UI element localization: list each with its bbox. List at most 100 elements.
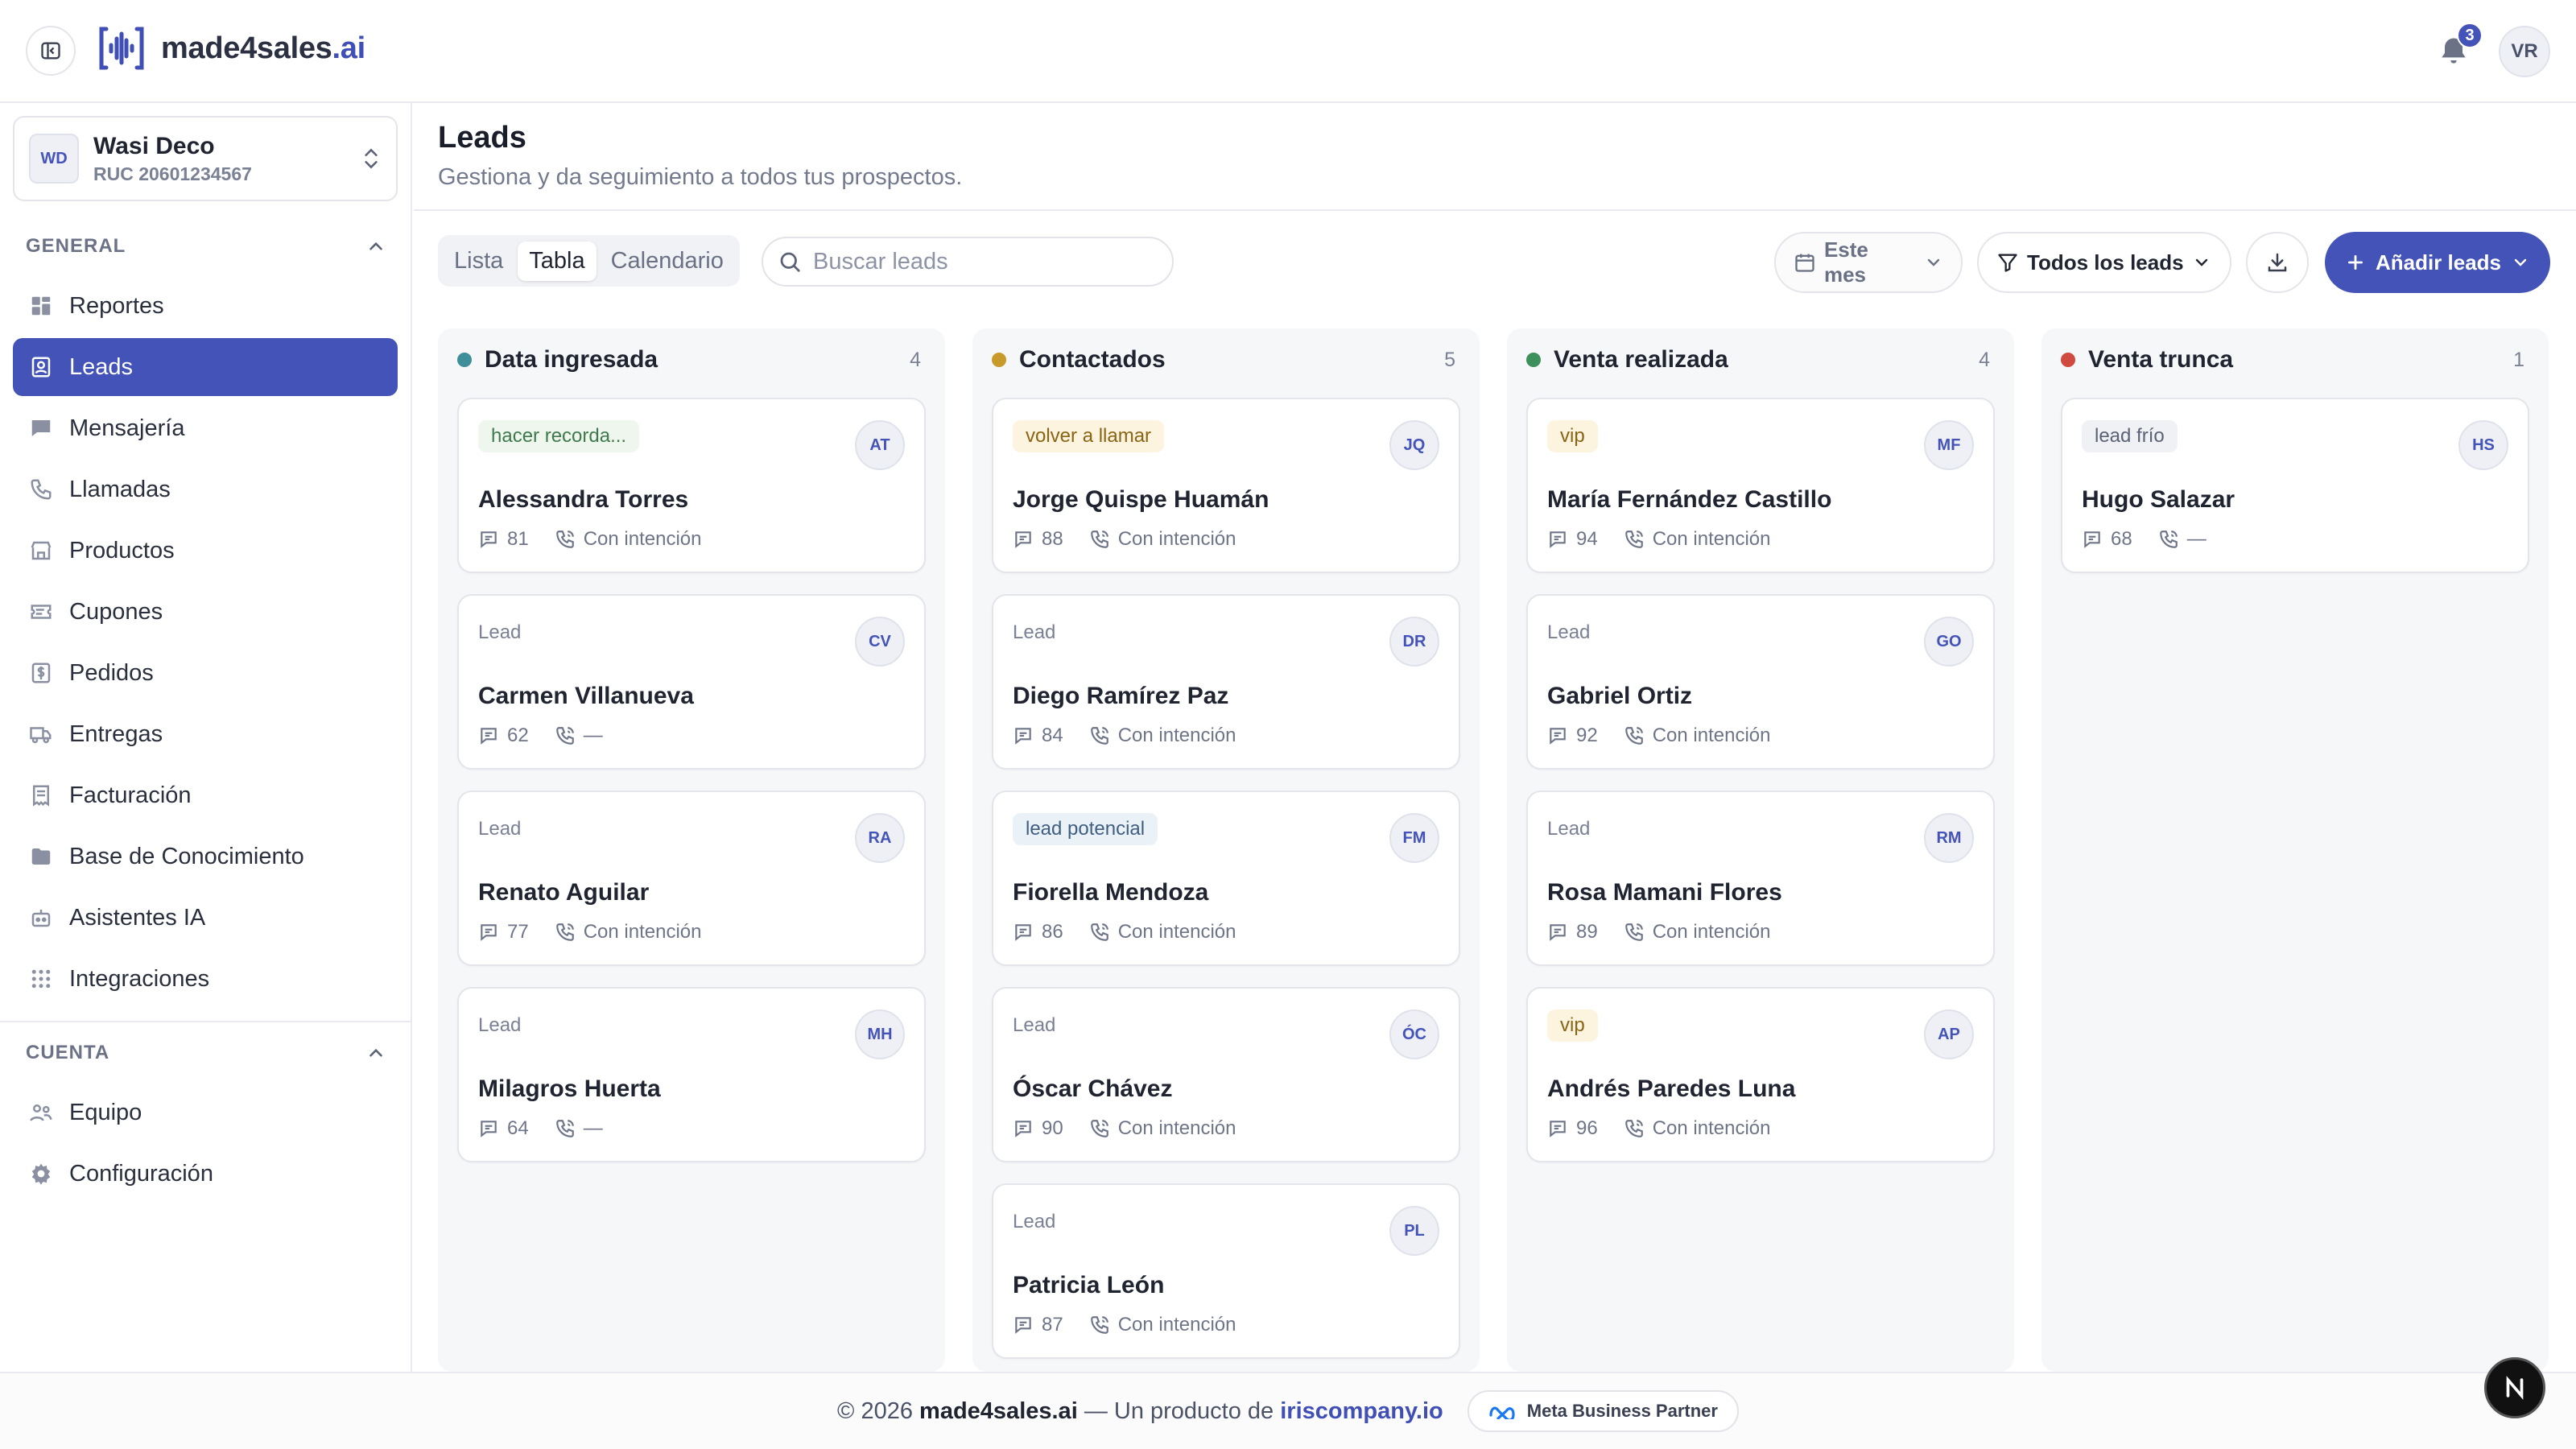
sidebar-item-asistentes-ia[interactable]: Asistentes IA bbox=[13, 889, 398, 947]
lead-tag: Lead bbox=[1547, 621, 1591, 643]
sidebar-item-equipo[interactable]: Equipo bbox=[13, 1084, 398, 1141]
sidebar-item-llamadas[interactable]: Llamadas bbox=[13, 460, 398, 518]
meta-partner-badge[interactable]: Meta Business Partner bbox=[1467, 1390, 1739, 1432]
message-icon bbox=[1547, 922, 1568, 943]
column-count: 4 bbox=[1979, 348, 1990, 371]
sidebar-item-label: Leads bbox=[69, 353, 134, 380]
lead-card[interactable]: hacer recorda... AT Alessandra Torres 81 Con… bbox=[457, 398, 926, 573]
message-icon bbox=[1547, 529, 1568, 550]
lead-card[interactable]: vip MF María Fernández Castillo 94 Con inten… bbox=[1526, 398, 1995, 573]
sidebar-item-integraciones[interactable]: Integraciones bbox=[13, 950, 398, 1008]
org-name: Wasi Deco bbox=[93, 132, 215, 159]
lead-card[interactable]: lead frío HS Hugo Salazar 68 — bbox=[2061, 398, 2529, 573]
nextjs-dev-button[interactable] bbox=[2484, 1357, 2545, 1418]
sidebar-item-facturacion[interactable]: Facturación bbox=[13, 766, 398, 824]
sidebar-item-label: Base de Conocimiento bbox=[69, 843, 304, 869]
message-icon bbox=[1013, 725, 1034, 746]
footer-company-link[interactable]: iriscompany.io bbox=[1280, 1398, 1443, 1424]
lead-score: 81 bbox=[507, 528, 529, 550]
lead-meta: 96 Con intención bbox=[1547, 1117, 1770, 1140]
lead-meta: 88 Con intención bbox=[1013, 528, 1236, 551]
org-avatar: WD bbox=[29, 134, 79, 184]
tab-calendario[interactable]: Calendario bbox=[600, 242, 735, 281]
chevron-up-icon bbox=[369, 242, 382, 250]
footer-brand: made4sales.ai bbox=[919, 1397, 1078, 1424]
dollar-icon bbox=[27, 659, 55, 687]
sidebar-item-productos[interactable]: Productos bbox=[13, 522, 398, 580]
phone-call-icon bbox=[1089, 1315, 1110, 1335]
lead-card[interactable]: vip AP Andrés Paredes Luna 96 Con intención bbox=[1526, 987, 1995, 1162]
lead-card[interactable]: Lead MH Milagros Huerta 64 — bbox=[457, 987, 926, 1162]
lead-avatar: AP bbox=[1924, 1009, 1974, 1059]
lead-name: Jorge Quispe Huamán bbox=[1013, 486, 1269, 513]
add-leads-button[interactable]: Añadir leads bbox=[2325, 232, 2550, 293]
sidebar-item-cupones[interactable]: Cupones bbox=[13, 583, 398, 641]
sidebar-item-leads[interactable]: Leads bbox=[13, 338, 398, 396]
grid-icon bbox=[27, 965, 55, 993]
lead-tag: Lead bbox=[1013, 621, 1056, 643]
lead-intent: Con intención bbox=[583, 921, 702, 943]
calendar-icon bbox=[1795, 254, 1814, 272]
org-switcher[interactable]: WD Wasi Deco RUC 20601234567 bbox=[13, 116, 398, 201]
section-account-header[interactable]: CUENTA bbox=[26, 1042, 386, 1064]
column-header: Venta trunca 1 bbox=[2061, 346, 2524, 374]
tab-lista[interactable]: Lista bbox=[443, 242, 514, 281]
lead-score: 68 bbox=[2111, 528, 2132, 550]
column-title: Venta trunca bbox=[2088, 346, 2234, 373]
app-logo[interactable]: made4sales.ai bbox=[95, 24, 365, 72]
sidebar-item-configuracion[interactable]: Configuración bbox=[13, 1145, 398, 1203]
chevron-down-icon bbox=[1927, 258, 1940, 266]
footer-text: © 2026 made4sales.ai — Un producto de ir… bbox=[837, 1398, 1443, 1425]
contact-icon bbox=[27, 353, 55, 381]
message-icon bbox=[1013, 1118, 1034, 1139]
lead-tag: Lead bbox=[1547, 818, 1591, 840]
download-button[interactable] bbox=[2246, 232, 2309, 293]
phone-call-icon bbox=[555, 922, 576, 943]
lead-card[interactable]: Lead DR Diego Ramírez Paz 84 Con intención bbox=[992, 594, 1460, 770]
section-general-header[interactable]: GENERAL bbox=[26, 235, 386, 258]
sidebar-item-label: Mensajería bbox=[69, 415, 185, 441]
lead-card[interactable]: Lead CV Carmen Villanueva 62 — bbox=[457, 594, 926, 770]
message-icon bbox=[1547, 1118, 1568, 1139]
sidebar-item-label: Cupones bbox=[69, 598, 163, 625]
user-avatar[interactable]: VR bbox=[2499, 26, 2550, 77]
lead-avatar: RA bbox=[855, 813, 905, 863]
lead-meta: 68 — bbox=[2082, 528, 2207, 551]
lead-filter-dropdown[interactable]: Todos los leads bbox=[1977, 232, 2231, 293]
lead-name: Alessandra Torres bbox=[478, 486, 689, 513]
lead-card[interactable]: Lead GO Gabriel Ortiz 92 Con intención bbox=[1526, 594, 1995, 770]
lead-tag: Lead bbox=[478, 621, 522, 643]
column-count: 5 bbox=[1444, 348, 1455, 371]
lead-name: Hugo Salazar bbox=[2082, 486, 2235, 513]
message-icon bbox=[478, 529, 499, 550]
sidebar-item-base-de-conocimiento[interactable]: Base de Conocimiento bbox=[13, 828, 398, 886]
lead-card[interactable]: Lead PL Patricia León 87 Con intención bbox=[992, 1183, 1460, 1359]
search-box[interactable] bbox=[762, 237, 1174, 287]
search-input[interactable] bbox=[813, 248, 1135, 275]
section-account-label: CUENTA bbox=[26, 1042, 110, 1063]
sidebar-toggle-button[interactable] bbox=[26, 26, 76, 76]
chart-icon bbox=[27, 292, 55, 320]
lead-intent: Con intención bbox=[1652, 1117, 1771, 1139]
chevron-down-icon bbox=[2514, 258, 2527, 266]
lead-avatar: MF bbox=[1924, 420, 1974, 470]
sidebar-item-pedidos[interactable]: Pedidos bbox=[13, 644, 398, 702]
sidebar-item-entregas[interactable]: Entregas bbox=[13, 705, 398, 763]
sidebar-item-mensajeria[interactable]: Mensajería bbox=[13, 399, 398, 457]
tab-tabla[interactable]: Tabla bbox=[518, 241, 597, 281]
lead-tag: vip bbox=[1547, 1009, 1598, 1042]
message-icon bbox=[478, 922, 499, 943]
lead-card[interactable]: lead potencial FM Fiorella Mendoza 86 Con in… bbox=[992, 791, 1460, 966]
lead-card[interactable]: Lead RM Rosa Mamani Flores 89 Con intención bbox=[1526, 791, 1995, 966]
sidebar-item-label: Pedidos bbox=[69, 659, 154, 686]
footer: © 2026 made4sales.ai — Un producto de ir… bbox=[0, 1372, 2576, 1449]
org-ruc: RUC 20601234567 bbox=[93, 163, 252, 184]
lead-card[interactable]: volver a llamar JQ Jorge Quispe Huamán 88 Co… bbox=[992, 398, 1460, 573]
period-dropdown[interactable]: Este mes bbox=[1774, 232, 1963, 293]
lead-card[interactable]: Lead RA Renato Aguilar 77 Con intención bbox=[457, 791, 926, 966]
lead-score: 77 bbox=[507, 921, 529, 943]
folder-icon bbox=[27, 843, 55, 870]
lead-meta: 92 Con intención bbox=[1547, 724, 1770, 747]
sidebar-item-reportes[interactable]: Reportes bbox=[13, 277, 398, 335]
lead-card[interactable]: Lead ÓC Óscar Chávez 90 Con intención bbox=[992, 987, 1460, 1162]
